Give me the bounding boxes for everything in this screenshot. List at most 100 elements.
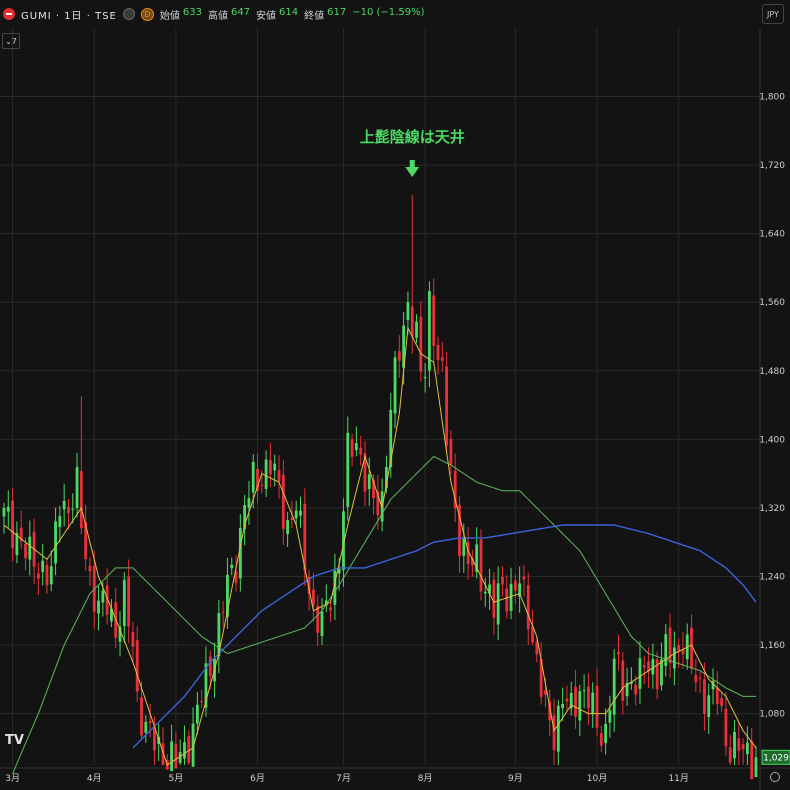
candle-body — [737, 738, 741, 751]
candle-body — [440, 357, 444, 361]
currency-button[interactable]: JPY — [762, 4, 784, 24]
high-label: 高値 — [207, 10, 228, 22]
candle-body — [54, 521, 57, 564]
candle-body — [247, 498, 251, 508]
candle-body — [621, 660, 625, 701]
x-tick-label: 4月 — [87, 773, 102, 784]
candle-body — [754, 757, 758, 778]
indicator-count: 7 — [11, 36, 17, 46]
candle-body — [260, 484, 264, 486]
candle-body — [299, 510, 302, 516]
ma-long-line — [132, 524, 757, 749]
candle-body — [406, 302, 410, 321]
legend-bar: GUMI · 1日 · TSE D 始値 633 高値 647 安値 614 終値 61… — [0, 0, 760, 28]
candle-body — [148, 720, 152, 724]
low-label: 安値 — [256, 10, 277, 22]
candle-body — [694, 675, 698, 683]
candle-body — [462, 538, 466, 556]
candle-body — [144, 721, 148, 733]
candle-body — [67, 506, 70, 514]
candle-body — [565, 698, 569, 702]
candle-body — [591, 692, 595, 715]
x-tick-label: 3月 — [5, 773, 20, 784]
indicators-toggle[interactable]: ⌄ 7 — [2, 33, 20, 49]
candle-body — [612, 658, 616, 715]
annotation-text: 上髭陰線は天井 — [360, 128, 465, 146]
candle-body — [561, 703, 565, 709]
last-price-label: 1,029 — [763, 753, 789, 763]
candle-body — [415, 321, 418, 338]
tradingview-logo-icon[interactable]: TV — [5, 733, 24, 748]
candle-body — [350, 439, 354, 457]
candle-body — [642, 665, 646, 668]
candle-body — [608, 709, 612, 723]
candle-body — [419, 316, 423, 372]
y-tick-label: 1,480 — [759, 367, 785, 377]
ohlc-values: 始値 633 高値 647 安値 614 終値 617 −10 (−1.59%) — [160, 7, 428, 22]
candle-body — [741, 744, 745, 750]
candle-body — [24, 543, 27, 559]
candle-body — [286, 520, 290, 535]
candle-body — [208, 656, 212, 676]
x-tick-label: 10月 — [587, 773, 607, 784]
symbol-title[interactable]: GUMI · 1日 · TSE — [21, 7, 117, 22]
candle-body — [230, 564, 234, 569]
candle-body — [97, 600, 100, 614]
high-value: 647 — [230, 6, 251, 18]
candle-body — [479, 539, 483, 592]
candle-body — [698, 677, 702, 679]
candle-body — [728, 747, 732, 763]
y-tick-label: 1,160 — [759, 641, 785, 651]
candle-body — [183, 742, 186, 759]
candle-body — [45, 565, 49, 586]
y-tick-label: 1,240 — [759, 572, 785, 582]
candle-body — [49, 566, 53, 585]
candle-body — [660, 659, 663, 686]
annotation-arrow-icon — [405, 167, 420, 177]
candle-body — [140, 697, 143, 736]
candle-body — [703, 679, 706, 714]
open-value: 633 — [182, 6, 202, 18]
candle-body — [71, 508, 75, 510]
candle-body — [174, 743, 178, 769]
candle-body — [251, 462, 255, 493]
candle-body — [432, 295, 436, 347]
candle-body — [294, 510, 298, 519]
candle-body — [707, 695, 711, 718]
settings-icon[interactable] — [770, 772, 780, 782]
candle-body — [11, 500, 14, 549]
y-tick-label: 1,080 — [759, 710, 785, 720]
candle-body — [599, 733, 603, 746]
candle-body — [690, 627, 693, 669]
candle-body — [634, 684, 638, 695]
close-value: 617 — [327, 6, 347, 18]
candle-body — [277, 470, 281, 482]
market-status-icon[interactable] — [122, 8, 135, 20]
candle-body — [131, 632, 135, 647]
x-tick-label: 9月 — [508, 773, 523, 784]
close-label: 終値 — [304, 10, 325, 22]
candle-body — [587, 686, 590, 709]
candle-body — [556, 705, 560, 752]
dividend-badge-icon[interactable]: D — [140, 7, 154, 21]
candle-body — [578, 691, 582, 721]
candle-body — [522, 576, 526, 580]
candle-body — [501, 576, 504, 585]
candle-body — [410, 306, 414, 337]
candle-body — [88, 565, 92, 572]
candle-body — [200, 701, 204, 703]
candle-body — [724, 708, 728, 747]
candle-body — [582, 690, 586, 692]
candle-body — [316, 605, 320, 633]
candle-body — [677, 645, 681, 651]
candle-body — [664, 634, 668, 666]
candle-body — [58, 516, 62, 528]
change-value: −10 (−1.59%) — [352, 6, 425, 18]
candle-body — [79, 471, 83, 529]
candle-body — [746, 742, 749, 755]
candle-body — [346, 432, 350, 507]
annotation-arrow-stem — [409, 160, 415, 168]
y-tick-label: 1,400 — [759, 435, 785, 445]
price-chart[interactable]: 1,800 1,720 1,640 1,560 1,480 1,400 1,320 1,240… — [0, 0, 790, 790]
y-tick-label: 1,800 — [759, 93, 785, 103]
